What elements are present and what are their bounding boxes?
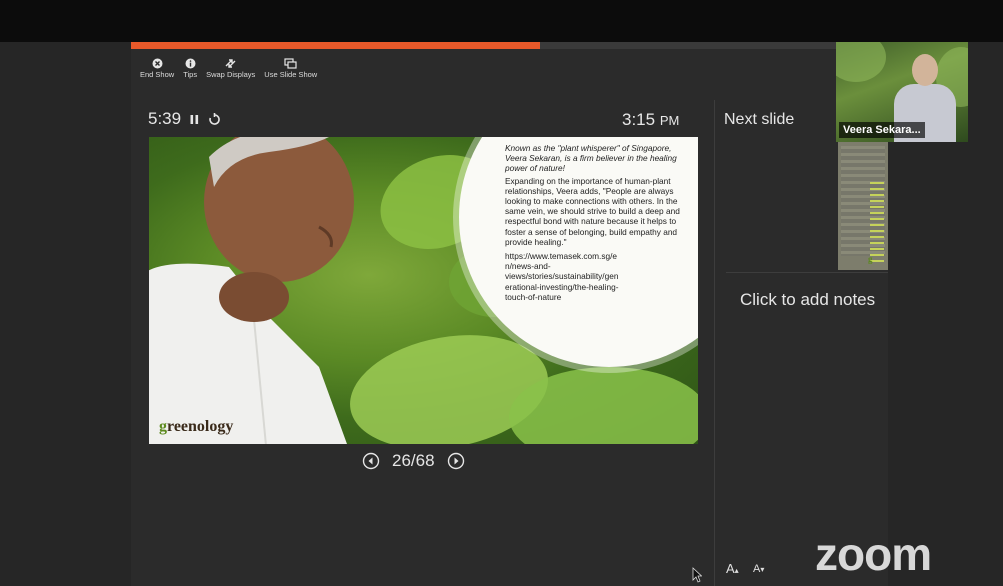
- caret-up-icon: ▴: [734, 566, 739, 575]
- logo-rest: reenology: [167, 418, 234, 435]
- slide-pager: 26/68: [362, 451, 465, 471]
- url-line: https://www.temasek.com.sg/e: [505, 251, 618, 262]
- video-foliage: [836, 42, 886, 82]
- increase-font-button[interactable]: A▴: [726, 561, 739, 576]
- tips-label: Tips: [183, 70, 198, 79]
- previous-slide-icon[interactable]: [362, 452, 380, 470]
- man-photo: [149, 137, 354, 444]
- end-show-label: End Show: [140, 70, 175, 79]
- presentation-progress-bar: [131, 42, 836, 49]
- swap-displays-button[interactable]: Swap Displays: [206, 56, 255, 79]
- left-margin: [0, 42, 131, 586]
- increase-font-label: A: [726, 561, 735, 576]
- end-show-button[interactable]: End Show: [140, 56, 174, 79]
- next-slide-thumbnail[interactable]: g: [838, 142, 888, 270]
- url-line: erational-investing/the-healing-: [505, 281, 619, 292]
- url-line: views/stories/sustainability/gen: [505, 271, 619, 282]
- next-slide-icon[interactable]: [447, 452, 465, 470]
- speaker-notes-field[interactable]: Click to add notes: [740, 290, 888, 310]
- swap-displays-label: Swap Displays: [206, 70, 256, 79]
- participant-video[interactable]: Veera Sekara...: [836, 42, 968, 142]
- use-slide-show-label: Use Slide Show: [264, 70, 318, 79]
- clock-time: 3:15: [622, 110, 656, 129]
- next-slide-label: Next slide: [724, 111, 795, 128]
- participant-name: Veera Sekara...: [839, 122, 925, 138]
- url-line: touch-of-nature: [505, 291, 562, 302]
- right-margin: [888, 142, 1003, 586]
- elapsed-time: 5:39: [148, 109, 182, 128]
- top-black-bar: [0, 0, 1003, 42]
- slide-counter: 26/68: [392, 451, 435, 470]
- zoom-watermark: zoom: [815, 528, 932, 580]
- current-slide[interactable]: Known as the "plant whisperer" of Singap…: [149, 137, 698, 444]
- notes-separator: [726, 272, 888, 273]
- swap-arrows-icon: [224, 56, 237, 70]
- slide-source-url: https://www.temasek.com.sg/e n/news-and-…: [505, 251, 685, 302]
- presenter-toolbar: End Show Tips Swap Displays Use Slide Sh…: [140, 56, 317, 79]
- caret-down-icon: ▾: [760, 565, 765, 574]
- slide-intro-text: Known as the "plant whisperer" of Singap…: [505, 143, 677, 174]
- thumbnail-text-lines: [870, 182, 884, 262]
- info-circle-icon: [185, 56, 196, 70]
- use-slide-show-button[interactable]: Use Slide Show: [264, 56, 317, 79]
- reset-timer-icon[interactable]: [208, 112, 221, 126]
- close-circle-icon: [152, 56, 163, 70]
- clock-ampm: PM: [659, 113, 680, 128]
- slide-body-text: Expanding on the importance of human-pla…: [505, 175, 680, 247]
- mouse-cursor-icon: [692, 567, 702, 583]
- progress-fill: [131, 42, 540, 49]
- thumbnail-logo: g: [868, 254, 873, 264]
- elapsed-timer: 5:39: [148, 109, 221, 129]
- participant-head: [912, 54, 938, 86]
- slide-text-block: Known as the "plant whisperer" of Singap…: [505, 143, 685, 302]
- tips-button[interactable]: Tips: [183, 56, 197, 79]
- logo-g: g: [159, 418, 167, 435]
- slide-show-icon: [284, 56, 297, 70]
- panel-divider: [714, 100, 715, 586]
- pause-icon[interactable]: [190, 114, 199, 125]
- decrease-font-button[interactable]: A▾: [753, 563, 764, 575]
- current-time: 3:15 PM: [622, 110, 679, 130]
- url-line: n/news-and-: [505, 261, 551, 272]
- greenology-logo: greenology: [159, 418, 233, 436]
